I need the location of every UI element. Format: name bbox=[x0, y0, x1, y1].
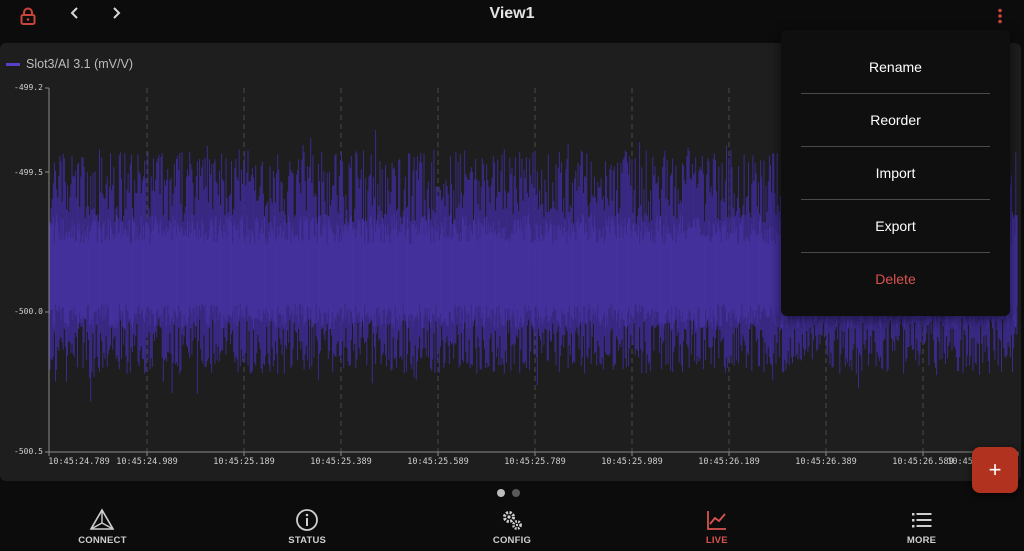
x-tick-label: 10:45:26.389 bbox=[795, 457, 857, 467]
lock-icon[interactable] bbox=[18, 6, 38, 26]
x-tick-label: 10:45:25.189 bbox=[213, 457, 275, 467]
x-tick-label: 10:45:25.989 bbox=[601, 457, 663, 467]
y-tick-label: -499.2 bbox=[14, 83, 43, 92]
context-menu: Rename Reorder Import Export Delete bbox=[781, 30, 1010, 316]
y-tick-label: -499.5 bbox=[14, 168, 43, 177]
gears-icon bbox=[502, 511, 522, 530]
y-tick-label: -500.0 bbox=[14, 307, 43, 316]
nav-status[interactable]: STATUS bbox=[205, 503, 410, 551]
nav-connect[interactable]: CONNECT bbox=[0, 503, 205, 551]
page-dot-active[interactable] bbox=[497, 489, 505, 497]
chevron-right-icon[interactable] bbox=[107, 4, 125, 22]
legend-swatch bbox=[6, 62, 20, 66]
x-tick-label: 10:45:25.589 bbox=[407, 457, 469, 467]
page-title: View1 bbox=[489, 5, 535, 22]
info-icon bbox=[296, 509, 319, 531]
plus-icon: + bbox=[988, 457, 1002, 482]
export-menu-item[interactable]: Export bbox=[801, 199, 990, 252]
nav-label: LIVE bbox=[705, 535, 728, 546]
nav-label: CONFIG bbox=[492, 535, 532, 546]
add-fab-button[interactable]: + bbox=[972, 447, 1018, 493]
chevron-left-icon[interactable] bbox=[66, 4, 84, 22]
x-tick-label: 10:45:25.789 bbox=[504, 457, 566, 467]
reorder-menu-item[interactable]: Reorder bbox=[801, 93, 990, 146]
x-tick-label: 10:45:24.989 bbox=[116, 457, 178, 467]
rename-menu-item[interactable]: Rename bbox=[801, 40, 990, 93]
list-icon bbox=[911, 513, 932, 528]
legend-label: Slot3/AI 3.1 (mV/V) bbox=[26, 57, 133, 71]
nav-label: MORE bbox=[906, 535, 937, 546]
nav-config[interactable]: CONFIG bbox=[410, 503, 615, 551]
delete-menu-item[interactable]: Delete bbox=[801, 252, 990, 305]
x-tick-label: 10:45:25.389 bbox=[310, 457, 372, 467]
top-app-bar: View1 bbox=[0, 0, 1024, 32]
import-menu-item[interactable]: Import bbox=[801, 146, 990, 199]
chart-legend: Slot3/AI 3.1 (mV/V) bbox=[6, 57, 133, 71]
x-tick-label: 10:45:26.189 bbox=[698, 457, 760, 467]
y-tick-label: -500.5 bbox=[14, 447, 43, 456]
connect-icon bbox=[90, 508, 115, 530]
bottom-navigation: CONNECT STATUS CONFIG LIVE MORE bbox=[0, 503, 1024, 551]
nav-more[interactable]: MORE bbox=[819, 503, 1024, 551]
page-indicator bbox=[497, 489, 520, 497]
nav-label: STATUS bbox=[288, 535, 327, 546]
nav-live[interactable]: LIVE bbox=[614, 503, 819, 551]
nav-label: CONNECT bbox=[78, 535, 127, 546]
line-chart-icon bbox=[706, 511, 726, 530]
page-dot[interactable] bbox=[512, 489, 520, 497]
kebab-menu-icon[interactable] bbox=[990, 6, 1010, 26]
